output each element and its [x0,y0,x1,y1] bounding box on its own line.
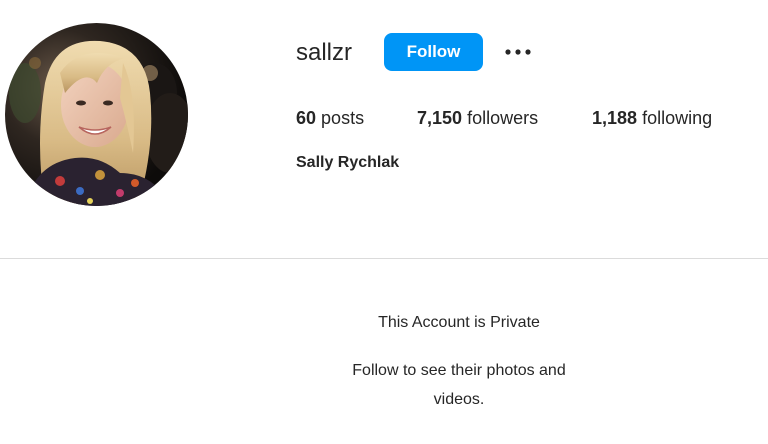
avatar-photo [5,23,188,206]
private-account-title: This Account is Private [378,314,540,331]
stat-following[interactable]: 1,188 following [592,106,712,130]
followers-count: 7,150 [417,108,463,128]
following-count: 1,188 [592,108,638,128]
follow-button[interactable]: Follow [384,33,483,71]
more-options-button[interactable] [502,40,534,64]
more-options-icon [505,49,531,55]
profile-avatar[interactable] [5,23,188,206]
following-label: following [642,108,713,128]
profile-username: sallzr [296,39,353,66]
posts-label: posts [321,108,365,128]
profile-full-name: Sally Rychlak [296,154,400,171]
private-account-subtitle: Follow to see their photos and videos. [352,362,566,408]
stat-followers[interactable]: 7,150 followers [417,106,538,130]
followers-label: followers [467,108,539,128]
posts-count: 60 [296,108,317,128]
section-divider [0,258,768,259]
stat-posts[interactable]: 60 posts [296,106,364,130]
